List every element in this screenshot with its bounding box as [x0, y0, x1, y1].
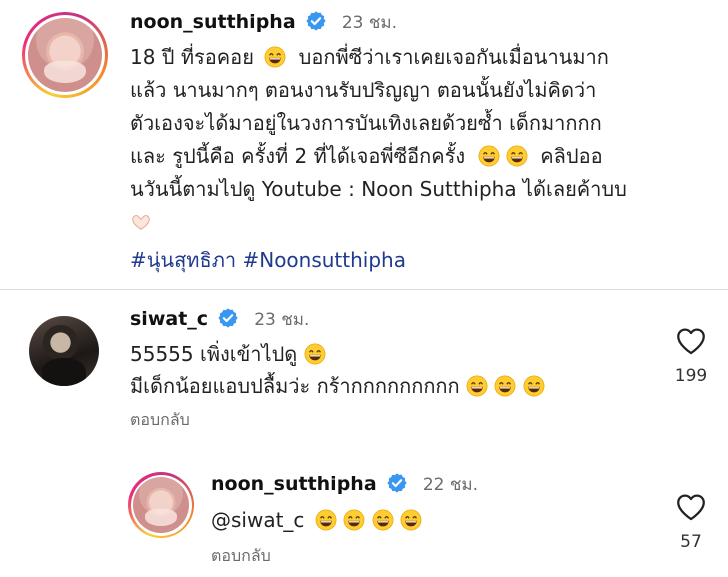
comment-text: 55555 เพิ่งเข้าไปดู มีเด็กน้อยแอบปลื้มว่…	[130, 338, 670, 402]
caption-line: 18 ปี ที่รอคอย	[130, 45, 254, 69]
post-username[interactable]: noon_sutthipha	[130, 11, 296, 33]
caption-line: แล้ว นานมากๆ ตอนงานรับปริญญา ตอนนั้นยังไ…	[130, 78, 597, 102]
reply-avatar-ring[interactable]	[128, 472, 194, 538]
comment-time: 22 ชม.	[422, 475, 479, 495]
mention-link[interactable]: @siwat_c	[211, 508, 304, 532]
heart-outline-icon[interactable]	[674, 324, 708, 358]
verified-badge-icon	[305, 10, 327, 32]
grinning-emoji-icon	[478, 145, 500, 167]
grinning-emoji-icon	[372, 509, 394, 531]
grinning-emoji-icon	[304, 343, 326, 365]
grinning-emoji-icon	[343, 509, 365, 531]
heart-hands-emoji-icon	[130, 211, 152, 233]
post-time: 23 ชม.	[341, 13, 398, 33]
avatar	[28, 18, 102, 92]
comment-username[interactable]: noon_sutthipha	[211, 473, 377, 495]
post-avatar-ring[interactable]	[22, 12, 108, 98]
comment-time: 23 ชม.	[254, 310, 310, 330]
comment-username[interactable]: siwat_c	[130, 308, 208, 330]
caption-line: นวันนี้ตามไปดู Youtube : Noon Sutthipha …	[130, 177, 627, 201]
post-hashtags[interactable]: #นุ่นสุทธิภา #Noonsutthipha	[130, 244, 406, 276]
grinning-emoji-icon	[264, 46, 286, 68]
grinning-emoji-icon	[523, 375, 545, 397]
reply-button[interactable]: ตอบกลับ	[211, 544, 271, 569]
caption-line: และ รูปนี้คือ ครั้งที่ 2 ที่ได้เจอพี่ซีอ…	[130, 144, 466, 168]
divider	[0, 289, 728, 290]
caption-line: ตัวเองจะได้มาอยู่ในวงการบันเทิงเลยด้วยซ้…	[130, 111, 602, 135]
comment-line: มีเด็กน้อยแอบปลื้มว่ะ กร้ากกกกกกกกก	[130, 374, 460, 398]
verified-badge-icon	[386, 472, 408, 494]
avatar[interactable]	[29, 316, 99, 386]
avatar	[133, 477, 189, 533]
grinning-emoji-icon	[506, 145, 528, 167]
like-count: 57	[680, 532, 702, 552]
comment-line: 55555 เพิ่งเข้าไปดู	[130, 342, 298, 366]
like-count: 199	[674, 366, 708, 386]
post-caption: 18 ปี ที่รอคอย บอกพี่ซีว่าเราเคยเจอกันเม…	[130, 41, 690, 239]
reply-button[interactable]: ตอบกลับ	[130, 408, 190, 433]
grinning-emoji-icon	[466, 375, 488, 397]
grinning-emoji-icon	[400, 509, 422, 531]
grinning-emoji-icon	[494, 375, 516, 397]
heart-outline-icon[interactable]	[674, 490, 708, 524]
caption-line: บอกพี่ซีว่าเราเคยเจอกันเมื่อนานมาก	[298, 45, 609, 69]
comment-text: @siwat_c	[211, 504, 422, 537]
grinning-emoji-icon	[315, 509, 337, 531]
verified-badge-icon	[217, 307, 239, 329]
caption-line: คลิปออ	[540, 144, 603, 168]
